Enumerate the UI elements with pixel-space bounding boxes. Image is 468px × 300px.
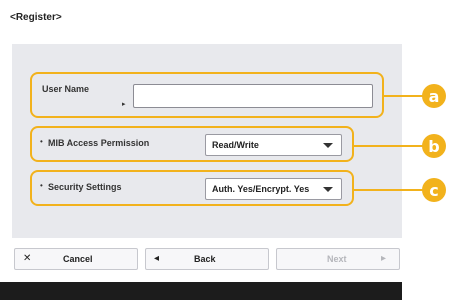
callout-frame-c [30, 170, 354, 206]
arrow-right-icon: ▸ [381, 253, 387, 264]
arrow-left-icon: ◂ [154, 253, 160, 264]
callout-badge-b: b [422, 134, 446, 158]
next-button[interactable]: Next ▸ [276, 248, 400, 270]
close-icon: ✕ [23, 253, 32, 264]
callout-leader-a [384, 95, 426, 97]
page-title: <Register> [10, 12, 62, 23]
cancel-label: Cancel [63, 254, 93, 264]
bottom-status-bar [0, 282, 402, 300]
callout-badge-a: a [422, 84, 446, 108]
back-button[interactable]: ◂ Back [145, 248, 269, 270]
callout-frame-b [30, 126, 354, 162]
callout-badge-c: c [422, 178, 446, 202]
callout-frame-a [30, 72, 384, 118]
callout-leader-b [354, 145, 426, 147]
back-label: Back [194, 254, 216, 264]
callout-leader-c [354, 189, 426, 191]
cancel-button[interactable]: ✕ Cancel [14, 248, 138, 270]
next-label: Next [327, 254, 347, 264]
